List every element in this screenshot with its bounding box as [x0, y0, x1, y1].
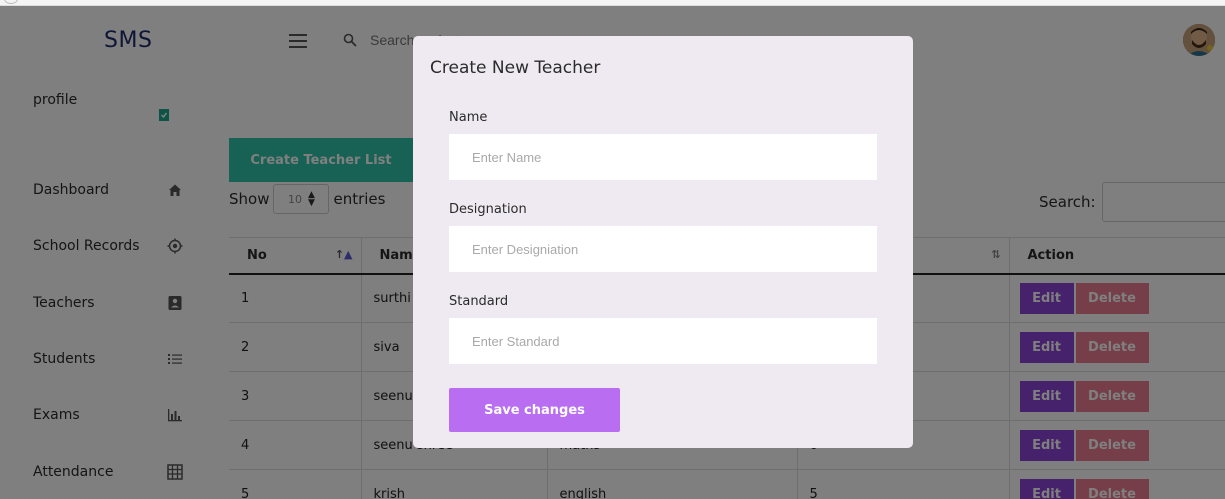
standard-field[interactable]: [449, 318, 877, 364]
create-teacher-modal: Create New Teacher Name Designation Stan…: [413, 36, 913, 448]
designation-field[interactable]: [449, 226, 877, 272]
name-label: Name: [449, 110, 488, 125]
modal-title: Create New Teacher: [430, 58, 601, 78]
name-field[interactable]: [449, 134, 877, 180]
standard-label: Standard: [449, 294, 509, 309]
designation-label: Designation: [449, 202, 527, 217]
tab-edge: [4, 0, 18, 4]
save-changes-button[interactable]: Save changes: [449, 388, 620, 432]
